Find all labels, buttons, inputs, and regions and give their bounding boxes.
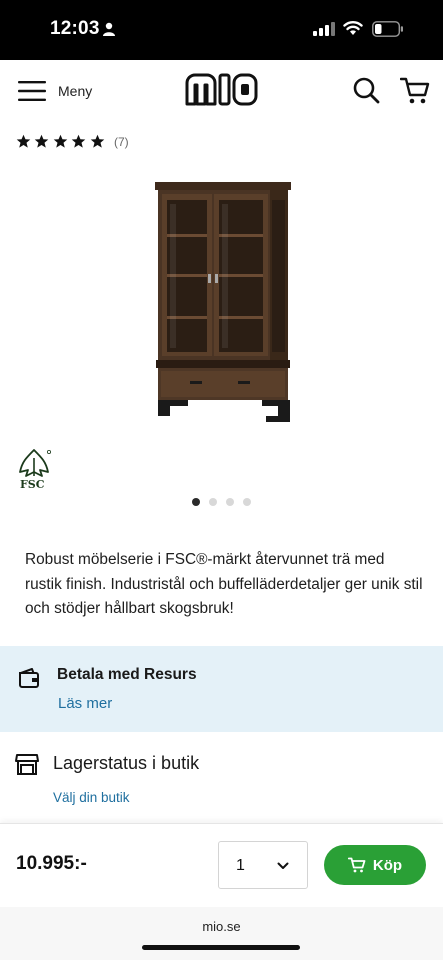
rating-stars [16,134,108,149]
star-icon [16,134,31,148]
gallery-dot[interactable] [192,498,200,506]
mio-logo[interactable] [183,71,259,107]
gallery-dot[interactable] [243,498,251,506]
quantity-select[interactable]: 1 [218,841,308,889]
product-image[interactable] [150,178,296,432]
buy-label: Köp [372,856,403,874]
payment-info-box [0,646,443,732]
gallery-pagination [192,498,260,506]
stock-status-title: Lagerstatus i butik [53,753,200,773]
signal-icon [313,22,335,36]
chevron-down-icon [277,862,289,869]
person-icon [103,22,115,36]
fsc-badge-label: FSC [20,478,45,491]
home-indicator [142,945,300,950]
menu-button[interactable]: Meny [18,78,92,104]
menu-label: Meny [58,83,93,99]
buy-button[interactable]: Köp [324,845,426,885]
price: 10.995:- [16,853,87,874]
product-description: Robust möbelserie i FSC®-märkt återvunne… [25,551,423,617]
gallery-dot[interactable] [226,498,234,506]
rating-count: (7) [113,134,129,149]
gallery-dot[interactable] [209,498,217,506]
read-more-link[interactable]: Läs mer [58,695,112,712]
quantity-value: 1 [236,857,245,874]
wifi-icon [343,21,363,35]
store-icon [15,754,39,775]
product-rating[interactable]: (7) [16,134,129,149]
site-header: Meny [0,60,443,120]
status-time: 12:03 [50,18,100,39]
search-icon[interactable] [352,76,380,104]
cart-icon [347,857,366,873]
wallet-icon [19,668,39,688]
star-icon [35,134,49,148]
battery-icon [372,21,403,37]
url-text[interactable]: mio.se [0,919,443,934]
payment-title: Betala med Resurs [57,666,197,683]
star-icon [53,134,68,148]
star-icon [71,134,86,148]
star-icon [90,134,104,148]
hamburger-icon [18,81,46,101]
choose-store-link[interactable]: Välj din butik [53,790,130,805]
status-bar: 12:03 [0,0,443,60]
cart-icon[interactable] [400,75,430,105]
